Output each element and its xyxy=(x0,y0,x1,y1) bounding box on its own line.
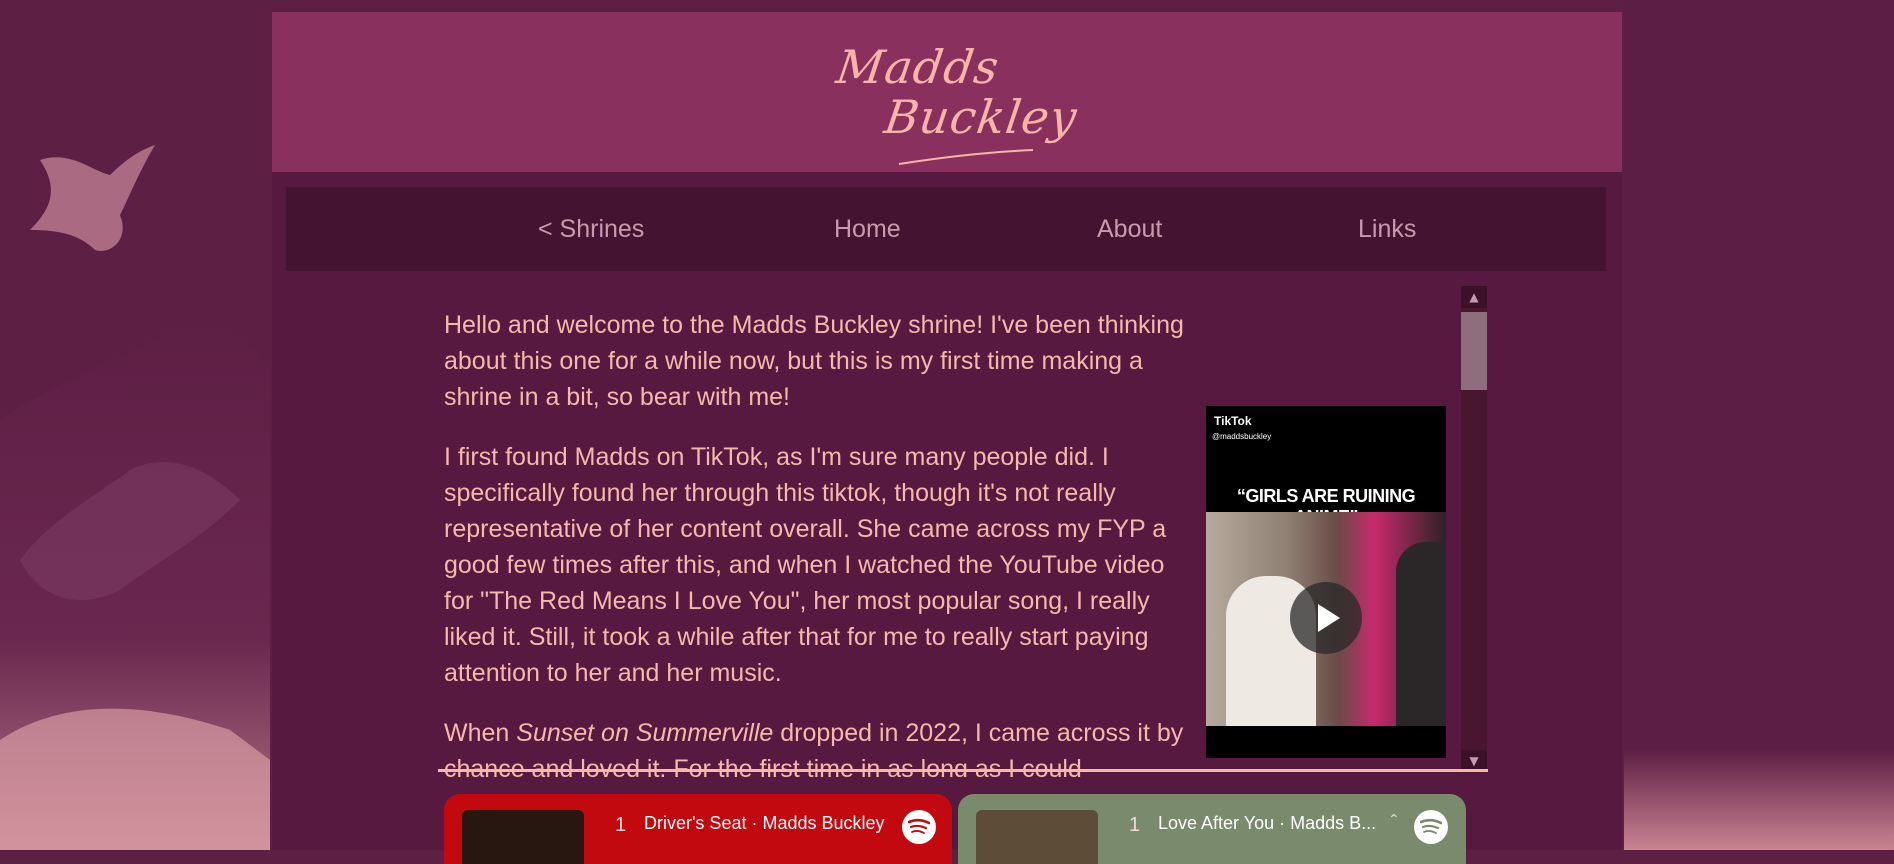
nav-links[interactable]: Links xyxy=(1358,187,1416,271)
play-button[interactable] xyxy=(1290,582,1362,654)
logo-underline-icon xyxy=(898,149,1034,165)
background-gradient-right xyxy=(1624,0,1894,850)
paragraph-welcome: Hello and welcome to the Madds Buckley s… xyxy=(444,311,1184,411)
spotify-icon[interactable] xyxy=(1414,810,1448,844)
paragraph-sunset-prefix: When xyxy=(444,719,517,747)
track-number: 1 xyxy=(615,814,627,836)
chevron-up-icon[interactable]: ⌃ xyxy=(1388,812,1400,828)
track-title[interactable]: Love After You · Madds B... xyxy=(1158,813,1376,834)
main-nav: < Shrines Home About Links xyxy=(286,187,1606,271)
nav-about[interactable]: About xyxy=(1097,187,1162,271)
play-icon xyxy=(1318,604,1340,632)
track-title[interactable]: Driver's Seat · Madds Buckley xyxy=(644,813,885,834)
thumbnail-person-right xyxy=(1396,542,1446,726)
tiktok-handle: @maddsbuckley xyxy=(1212,432,1272,441)
chevron-up-icon[interactable]: ▲ xyxy=(1461,286,1487,308)
album-cover xyxy=(462,810,584,864)
shrine-content[interactable]: Hello and welcome to the Madds Buckley s… xyxy=(444,307,1204,777)
spotify-player-love-after-you[interactable]: 1 Love After You · Madds B... ⌃ xyxy=(958,794,1466,864)
site-header: Madds Buckley xyxy=(272,12,1622,172)
scrollbar-thumb[interactable] xyxy=(1461,312,1487,390)
page-container: Madds Buckley < Shrines Home About Links… xyxy=(272,12,1622,864)
paragraph-discovery: I first found Madds on TikTok, as I'm su… xyxy=(444,439,1194,691)
nav-home[interactable]: Home xyxy=(834,187,901,271)
paragraph-sunset: When Sunset on Summerville dropped in 20… xyxy=(444,715,1204,777)
logo-text-line1: Madds xyxy=(833,40,1003,94)
paragraph-discovery-text: I first found Madds on TikTok, as I'm su… xyxy=(444,443,1167,687)
site-logo[interactable]: Madds Buckley xyxy=(833,30,1081,165)
background-art xyxy=(0,0,280,850)
spotify-icon[interactable] xyxy=(902,810,936,844)
tiktok-brand: TikTok xyxy=(1214,414,1252,428)
logo-text-line2: Buckley xyxy=(881,90,1081,144)
album-title-italic: Sunset on Summerville xyxy=(516,719,774,747)
content-scrollbar[interactable]: ▲ ▼ xyxy=(1461,286,1487,772)
track-number: 1 xyxy=(1129,814,1141,836)
content-divider xyxy=(438,769,1488,772)
album-cover xyxy=(976,810,1098,864)
nav-shrines[interactable]: < Shrines xyxy=(538,187,644,271)
tiktok-embed[interactable]: TikTok @maddsbuckley “GIRLS ARE RUINING … xyxy=(1206,406,1446,758)
spotify-player-drivers-seat[interactable]: 1 Driver's Seat · Madds Buckley xyxy=(444,794,952,864)
